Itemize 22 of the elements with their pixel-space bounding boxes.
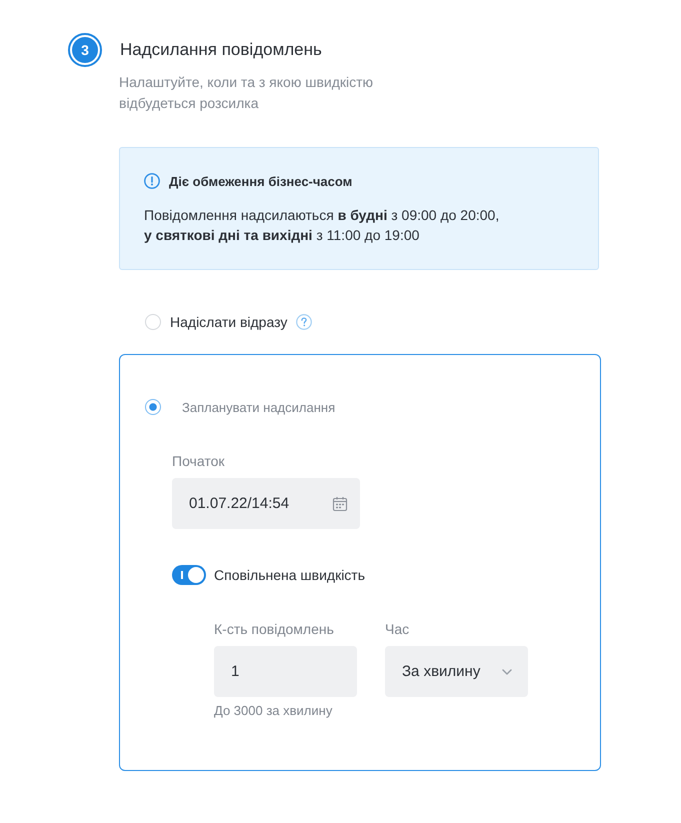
field-hint: До 3000 за хвилину [214, 704, 332, 718]
field-label: Час [385, 621, 410, 637]
field-label: К-сть повідомлень [214, 621, 334, 637]
calendar-icon[interactable] [332, 496, 348, 512]
section-title: Надсилання повідомлень [120, 39, 322, 61]
help-icon[interactable] [296, 314, 312, 330]
toggle-switch[interactable] [172, 565, 206, 585]
toggle-label: Сповільнена швидкість [214, 567, 366, 583]
info-icon [144, 173, 160, 189]
notice-text: Повідомлення надсилаються в будні з 09:00 до 20:00, у святкові дні та вихідні з 11:00 до 19:00 [144, 206, 500, 245]
date-input[interactable]: 01.07.22/14:54 [172, 478, 360, 529]
radio-button[interactable] [145, 314, 161, 330]
step-number-badge: 3 [68, 33, 102, 67]
section-description: Налаштуйте, коли та з якою швидкістю відбудеться розсилка [119, 73, 374, 113]
radio-label[interactable]: Надіслати відразу [170, 314, 288, 330]
radio-label[interactable]: Запланувати надсилання [182, 400, 336, 414]
radio-button[interactable] [145, 399, 161, 415]
notice-title: Діє обмеження бізнес-часом [169, 174, 352, 188]
field-label: Початок [172, 453, 224, 469]
period-select[interactable]: За хвилину [385, 646, 528, 697]
count-input[interactable]: 1 [214, 646, 357, 697]
chevron-down-icon[interactable] [502, 668, 512, 674]
